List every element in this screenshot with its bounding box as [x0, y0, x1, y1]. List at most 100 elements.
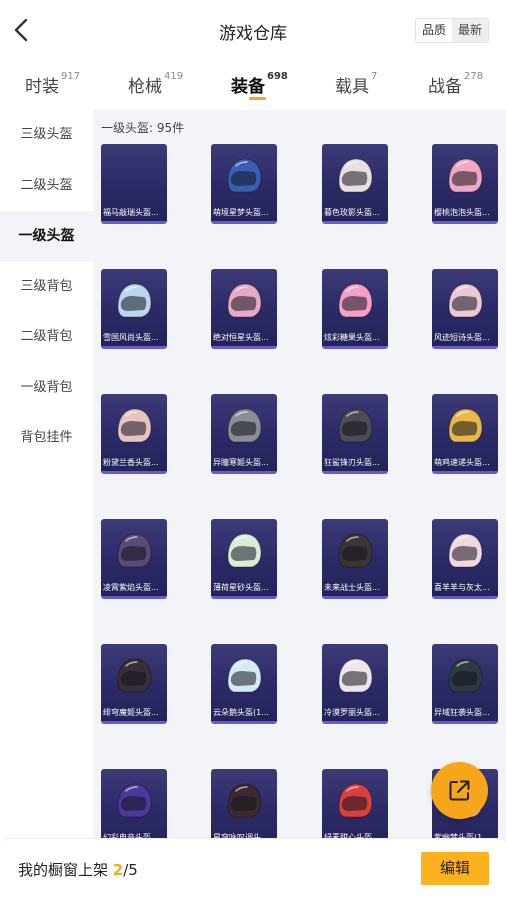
item-name: 薄荷星砂头盔...	[213, 583, 269, 592]
edit-button[interactable]: 编辑	[421, 852, 489, 885]
tab-vehicles[interactable]: 载具7	[335, 71, 378, 97]
helmet-icon	[338, 533, 373, 568]
section-label: 一级头盔: 95件	[101, 121, 185, 135]
tab-label: 枪械	[128, 77, 162, 97]
bottom-bar: 我的橱窗上架 2/5 编辑	[0, 838, 506, 897]
item-card[interactable]: 樱桃泡泡头盔...	[432, 144, 498, 224]
showcase-label: 我的橱窗上架	[18, 861, 113, 879]
showcase-status: 我的橱窗上架 2/5	[18, 859, 138, 880]
sidebar-item-backpack-pendant[interactable]: 背包挂件	[0, 413, 93, 464]
helmet-icon	[227, 283, 262, 318]
helmet-icon	[227, 533, 262, 568]
item-name: 云朵鹅头盔(1...	[213, 708, 269, 717]
tab-count: 917	[61, 71, 81, 82]
helmet-icon	[338, 283, 373, 318]
item-name: 雪国风尚头盔...	[103, 333, 159, 342]
item-name: 暮色玫影头盔...	[324, 208, 380, 217]
item-card[interactable]: 粉黛兰香头盔...	[101, 394, 167, 474]
item-card[interactable]: 绝对恒星头盔...	[211, 269, 277, 349]
showcase-current-count: 2	[112, 861, 124, 879]
helmet-icon	[117, 533, 152, 568]
sidebar-item-level3-backpack[interactable]: 三级背包	[0, 262, 93, 313]
item-name: 风迹短诗头盔...	[434, 333, 490, 342]
item-card[interactable]: 绯穹魔姬头盔...	[101, 644, 167, 724]
sort-option-latest[interactable]: 最新	[452, 19, 488, 42]
tab-guns[interactable]: 枪械419	[128, 71, 184, 97]
helmet-icon	[338, 158, 373, 193]
item-card[interactable]: 冷漠罗丽头盔...	[322, 644, 388, 724]
item-card[interactable]: 异域狂袭头盔...	[432, 644, 498, 724]
item-card[interactable]: 星穹咏叹调头...	[211, 769, 277, 849]
helmet-icon	[338, 408, 373, 443]
item-card[interactable]: 狂鲨锋刃头盔...	[322, 394, 388, 474]
item-card[interactable]: 暮色玫影头盔...	[322, 144, 388, 224]
item-name: 未来战士头盔...	[324, 583, 380, 592]
tab-label: 载具	[335, 77, 369, 97]
tab-label: 装备	[231, 77, 265, 97]
sidebar-item-level2-backpack[interactable]: 二级背包	[0, 312, 93, 363]
category-tabs: 时装917 枪械419 装备698 载具7 战备278	[0, 60, 506, 110]
sidebar-item-level1-backpack[interactable]: 一级背包	[0, 363, 93, 414]
item-name: 狂鲨锋刃头盔...	[324, 458, 380, 467]
warehouse-screen: 游戏仓库 品质 最新 时装917 枪械419 装备698 载具7 战备278 三…	[0, 0, 506, 897]
item-name: 异域狂袭头盔...	[434, 708, 490, 717]
item-name: 喜羊羊与灰太...	[434, 583, 490, 592]
helmet-icon	[117, 658, 152, 693]
item-card[interactable]: 未来战士头盔...	[322, 519, 388, 599]
item-card[interactable]: 喜羊羊与灰太...	[432, 519, 498, 599]
item-card[interactable]: 凌霄紫焰头盔...	[101, 519, 167, 599]
item-card[interactable]: 萌鸡速递头盔...	[432, 394, 498, 474]
item-card[interactable]: 异瞳寒姬头盔...	[211, 394, 277, 474]
helmet-icon	[227, 158, 262, 193]
helmet-icon	[448, 658, 483, 693]
subcategory-sidebar: 三级头盔 二级头盔 一级头盔 三级背包 二级背包 一级背包 背包挂件	[0, 110, 93, 897]
showcase-total: /5	[123, 861, 138, 879]
tab-label: 时装	[25, 77, 59, 97]
item-card[interactable]: 幻彩电音头盔...	[101, 769, 167, 849]
item-card[interactable]: 薄荷星砂头盔...	[211, 519, 277, 599]
item-name: 萌境星梦头盔...	[213, 208, 269, 217]
active-tab-indicator	[249, 97, 266, 100]
tab-count: 278	[464, 71, 484, 82]
share-button[interactable]	[431, 762, 488, 819]
item-name: 樱桃泡泡头盔...	[434, 208, 490, 217]
item-card[interactable]: 风迹短诗头盔...	[432, 269, 498, 349]
item-card[interactable]: 雪国风尚头盔...	[101, 269, 167, 349]
tab-fashion[interactable]: 时装917	[25, 71, 81, 97]
item-name: 炫彩糖果头盔...	[324, 333, 380, 342]
item-card[interactable]: 炫彩糖果头盔...	[322, 269, 388, 349]
helmet-icon	[117, 783, 152, 818]
sidebar-item-level2-helmet[interactable]: 二级头盔	[0, 161, 93, 212]
item-name: 冷漠罗丽头盔...	[324, 708, 380, 717]
item-card[interactable]: 福马敲瑞头盔...	[101, 144, 167, 224]
sort-toggle: 品质 最新	[415, 18, 489, 43]
tab-supplies[interactable]: 战备278	[428, 71, 484, 97]
item-name: 粉黛兰香头盔...	[103, 458, 159, 467]
helmet-icon	[448, 408, 483, 443]
item-card[interactable]: 云朵鹅头盔(1...	[211, 644, 277, 724]
helmet-icon	[227, 658, 262, 693]
helmet-icon	[117, 283, 152, 318]
sidebar-item-level1-helmet[interactable]: 一级头盔	[0, 211, 93, 262]
sidebar-item-level3-helmet[interactable]: 三级头盔	[0, 110, 93, 161]
tab-label: 战备	[428, 77, 462, 97]
item-name: 萌鸡速递头盔...	[434, 458, 490, 467]
helmet-icon	[338, 783, 373, 818]
item-name: 绝对恒星头盔...	[213, 333, 269, 342]
share-icon	[449, 780, 470, 801]
tab-count: 7	[371, 71, 378, 82]
helmet-icon	[448, 533, 483, 568]
item-card[interactable]: 绿素甜心头盔...	[322, 769, 388, 849]
sort-option-quality[interactable]: 品质	[416, 19, 452, 42]
helmet-icon	[227, 408, 262, 443]
helmet-icon	[448, 283, 483, 318]
tab-count: 419	[164, 71, 184, 82]
helmet-icon	[117, 408, 152, 443]
helmet-icon	[227, 783, 262, 818]
helmet-icon	[338, 658, 373, 693]
tab-count: 698	[267, 71, 288, 82]
item-name: 绯穹魔姬头盔...	[103, 708, 159, 717]
item-card[interactable]: 萌境星梦头盔...	[211, 144, 277, 224]
item-name: 福马敲瑞头盔...	[103, 208, 159, 217]
tab-equipment[interactable]: 装备698	[231, 71, 288, 97]
